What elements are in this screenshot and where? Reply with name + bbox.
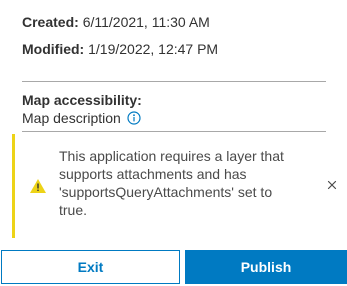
map-description-row: Map description bbox=[22, 109, 141, 127]
notice-message: This application requires a layer that s… bbox=[59, 148, 284, 218]
close-icon[interactable] bbox=[325, 178, 339, 192]
map-accessibility-heading: Map accessibility: bbox=[22, 92, 142, 108]
section-divider bbox=[22, 81, 326, 82]
exit-button[interactable]: Exit bbox=[1, 250, 180, 284]
modified-value: 1/19/2022, 12:47 PM bbox=[88, 41, 219, 57]
info-circle-icon[interactable] bbox=[127, 111, 141, 125]
map-description-label: Map description bbox=[22, 110, 121, 126]
created-line: Created: 6/11/2021, 11:30 AM bbox=[22, 13, 210, 31]
warning-triangle-icon bbox=[29, 178, 47, 194]
created-label: Created: bbox=[22, 14, 79, 30]
modified-label: Modified: bbox=[22, 41, 85, 57]
modified-line: Modified: 1/19/2022, 12:47 PM bbox=[22, 40, 218, 58]
warning-notice: This application requires a layer that s… bbox=[12, 134, 347, 238]
section-divider bbox=[22, 131, 326, 132]
publish-button[interactable]: Publish bbox=[185, 250, 347, 284]
created-value: 6/11/2021, 11:30 AM bbox=[82, 14, 210, 30]
